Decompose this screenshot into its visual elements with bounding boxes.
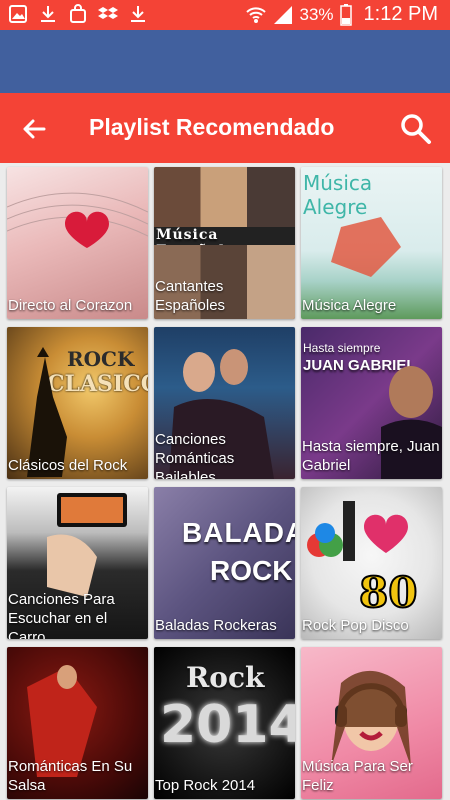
notification-icons [8,4,148,24]
battery-icon [339,3,352,26]
bag-icon [70,4,86,23]
playlist-label: Cantantes Españoles [155,278,226,314]
playlist-card-hasta-siempre-juan-gabriel[interactable]: Hasta siempre JUAN GABRIEL Hasta siempre… [301,327,442,479]
signal-icon [274,5,293,24]
svg-text:80: 80 [359,568,417,617]
download-icon [131,6,145,22]
clock: 1:12 PM [363,3,438,25]
playlist-card-cantantes-espanoles[interactable]: Música Española Cantantes Españoles [154,167,295,319]
playlist-label: Música Alegre [302,297,397,314]
playlist-label: Top Rock 2014 [155,777,256,794]
playlist-label: Clásicos del Rock [8,457,128,474]
download-icon [41,6,55,22]
search-icon[interactable] [398,111,432,145]
playlist-card-clasicos-del-rock[interactable]: ROCK CLASICO Clásicos del Rock [7,327,148,479]
playlist-label: Hasta siempre, Juan Gabriel [302,438,440,474]
playlist-card-canciones-romanticas-bailables[interactable]: Canciones Románticas Bailables [154,327,295,479]
playlist-label: Baladas Rockeras [155,617,277,634]
system-icons: 33% 1:12 PM [245,3,438,26]
header-banner [0,30,450,93]
playlist-label: Románticas En Su Salsa [8,758,133,794]
cover-title: Rock [186,661,265,694]
playlist-label: Directo al Corazon [8,297,133,314]
status-bar: 33% 1:12 PM [0,0,450,30]
playlist-card-rock-pop-disco[interactable]: 80 Rock Pop Disco [301,487,442,639]
playlist-label: Canciones Para Escuchar en el Carro [8,591,115,639]
playlist-card-musica-para-ser-feliz[interactable]: Música Para Ser Feliz [301,647,442,799]
cover-title: BALADAS [182,517,295,548]
app-toolbar: Playlist Recomendado [0,93,450,163]
playlist-label: Rock Pop Disco [302,617,409,634]
playlist-card-top-rock-2014[interactable]: Rock 2014 Top Rock 2014 [154,647,295,799]
back-arrow-icon[interactable] [18,113,50,145]
wifi-icon [246,6,267,23]
dropbox-icon [98,7,118,19]
image-icon [9,5,27,23]
playlist-label: Música Para Ser Feliz [302,758,413,794]
playlist-card-musica-alegre[interactable]: Música Alegre Música Alegre [301,167,442,319]
playlist-card-canciones-para-escuchar-en-el-carro[interactable]: Canciones Para Escuchar en el Carro [7,487,148,639]
playlist-card-romanticas-en-su-salsa[interactable]: Románticas En Su Salsa [7,647,148,799]
playlist-card-baladas-rockeras[interactable]: BALADAS ROCK Baladas Rockeras [154,487,295,639]
playlist-card-directo-al-corazon[interactable]: Directo al Corazon [7,167,148,319]
page-title: Playlist Recomendado [89,114,335,140]
playlist-grid: Directo al Corazon Música Española Canta… [0,163,450,800]
playlist-label: Canciones Románticas Bailables [155,431,235,479]
battery-percent: 33% [299,4,334,24]
